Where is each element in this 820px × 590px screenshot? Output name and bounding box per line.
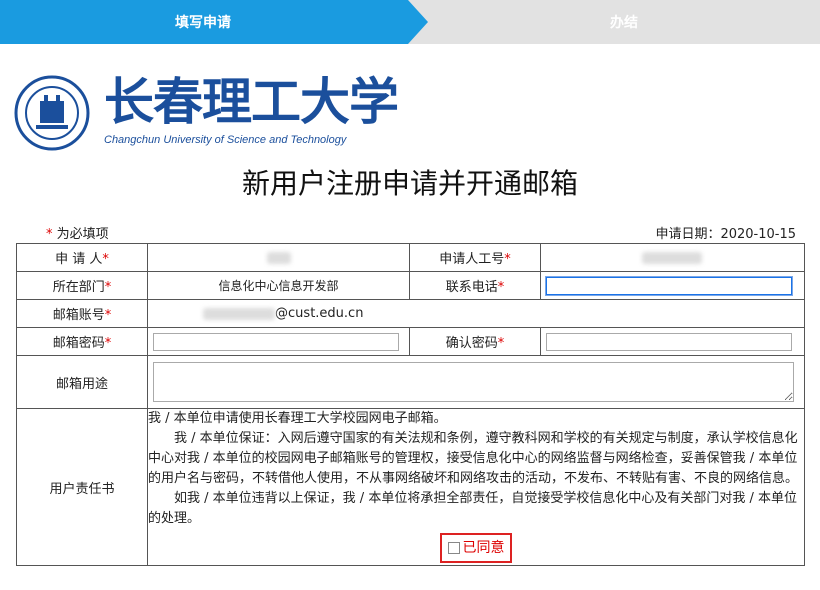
confirm-password-label: 确认密码* [409,327,541,356]
step-complete: 办结 [610,15,638,31]
agree-checkbox-area[interactable]: 已同意 [440,533,513,563]
application-form: 申 请 人* 申请人工号* 所在部门* 信息化中心信息开发部 联系电话* 邮箱账… [15,243,806,566]
responsibility-p2: 我 / 本单位保证：入网后遵守国家的有关法规和条例，遵守教科网和学校的有关规定与… [148,431,799,486]
applicant-id-value [539,243,806,272]
agree-checkbox[interactable] [447,542,460,554]
responsibility-text: 我 / 本单位申请使用长春理工大学校园网电子邮箱。 我 / 本单位保证：入网后遵… [147,408,805,566]
email-password-label: 邮箱密码* [15,327,149,356]
department-value: 信息化中心信息开发部 [147,271,411,300]
page-title: 新用户注册申请并开通邮箱 [241,167,578,200]
required-note: * 为必填项 [46,227,109,242]
phone-input[interactable] [545,276,792,295]
phone-label: 联系电话* [409,271,541,300]
email-purpose-label: 邮箱用途 [15,355,149,409]
progress-steps: 填写申请 办结 [0,0,820,44]
step-fill-application: 填写申请 [175,15,231,31]
applicant-id-label: 申请人工号* [409,243,541,272]
email-purpose-textarea[interactable] [153,362,795,402]
agree-label: 已同意 [462,540,505,556]
responsibility-label: 用户责任书 [15,408,149,566]
applicant-label: 申 请 人* [15,243,149,272]
apply-date: 申请日期：2020-10-15 [655,227,796,242]
department-label: 所在部门* [15,271,149,300]
email-account-label: 邮箱账号* [15,299,149,328]
university-seal-icon [14,75,90,155]
university-name-cn: 长春理工大学 [104,72,399,131]
university-name-en: Changchun University of Science and Tech… [104,134,347,146]
responsibility-p3: 如我 / 本单位违背以上保证，我 / 本单位将承担全部责任，自觉接受学校信息化中… [148,491,797,526]
email-account-value: @cust.edu.cn [147,299,805,328]
confirm-password-input[interactable] [545,332,792,351]
email-password-input[interactable] [153,332,400,351]
responsibility-p1: 我 / 本单位申请使用长春理工大学校园网电子邮箱。 [148,411,447,426]
applicant-value [147,243,411,272]
